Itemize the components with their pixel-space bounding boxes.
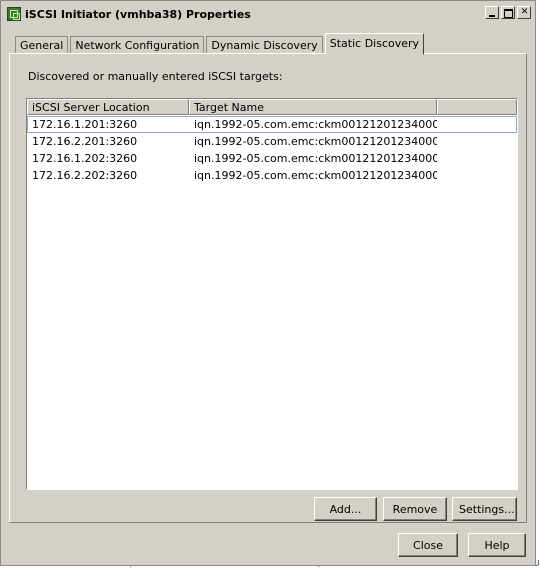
remove-button[interactable]: Remove [383,497,447,521]
table-row[interactable]: 172.16.1.201:3260 iqn.1992-05.com.emc:ck… [27,116,517,133]
tab-static-discovery[interactable]: Static Discovery [324,33,425,55]
column-header-target-name[interactable]: Target Name [189,99,437,115]
target-name-cell: iqn.1992-05.com.emc:ckm001212012340000-7… [194,152,437,165]
server-location-cell: 172.16.1.201:3260 [32,118,138,131]
title-bar[interactable]: iSCSI Initiator (vmhba38) Properties [3,3,533,25]
static-discovery-panel: Discovered or manually entered iSCSI tar… [9,53,527,523]
server-location-cell: 172.16.2.201:3260 [32,135,138,148]
iscsi-app-icon [7,7,21,21]
close-button[interactable]: Close [398,533,458,557]
properties-dialog: iSCSI Initiator (vmhba38) Properties Gen… [0,0,536,566]
window-title: iSCSI Initiator (vmhba38) Properties [25,7,251,21]
table-row[interactable]: 172.16.1.202:3260 iqn.1992-05.com.emc:ck… [27,150,517,167]
targets-list-header: iSCSI Server Location Target Name [27,99,517,115]
minimize-icon[interactable] [485,6,499,19]
table-row[interactable]: 172.16.2.201:3260 iqn.1992-05.com.emc:ck… [27,133,517,150]
target-name-cell: iqn.1992-05.com.emc:ckm001212012340000-1… [194,118,437,131]
column-header-filler [437,99,517,115]
close-icon[interactable] [517,6,531,19]
maximize-icon[interactable] [501,6,515,19]
tab-network-configuration[interactable]: Network Configuration [70,36,205,54]
column-header-server-location[interactable]: iSCSI Server Location [27,99,189,115]
window-controls [485,6,531,19]
tab-dynamic-discovery[interactable]: Dynamic Discovery [206,36,323,54]
tab-strip: General Network Configuration Dynamic Di… [15,32,426,55]
table-row[interactable]: 172.16.2.202:3260 iqn.1992-05.com.emc:ck… [27,167,517,184]
panel-caption: Discovered or manually entered iSCSI tar… [28,70,283,83]
add-button[interactable]: Add... [314,497,377,521]
help-button[interactable]: Help [468,533,526,557]
server-location-cell: 172.16.2.202:3260 [32,169,138,182]
targets-list[interactable]: iSCSI Server Location Target Name 172.16… [26,98,518,490]
target-name-cell: iqn.1992-05.com.emc:ckm001212012340000-7… [194,169,437,182]
server-location-cell: 172.16.1.202:3260 [32,152,138,165]
target-name-cell: iqn.1992-05.com.emc:ckm001212012340000-1… [194,135,437,148]
tab-general[interactable]: General [15,36,69,54]
settings-button[interactable]: Settings... [452,497,517,521]
